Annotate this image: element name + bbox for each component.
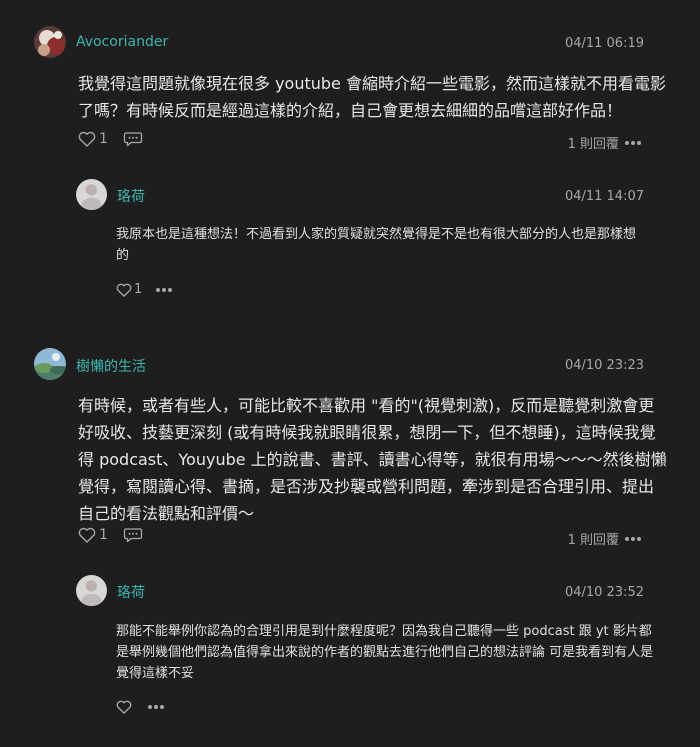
reply-author-name[interactable]: 珞荷 [117,582,145,602]
reply-count-link[interactable]: 1 則回覆 [568,133,641,152]
comment-button[interactable] [123,527,143,543]
heart-outline-icon [116,283,132,297]
avatar[interactable] [34,348,66,380]
reply-avatar[interactable] [76,179,107,210]
heart-outline-icon [116,700,132,714]
reply-actions: 1 [116,282,173,297]
like-count: 1 [99,527,108,543]
reply-actions [116,700,164,714]
heart-outline-icon [78,527,96,543]
comment-button[interactable] [123,131,143,147]
reply-author-name[interactable]: 珞荷 [117,186,145,206]
comment-text: 我覺得這問題就像現在很多 youtube 會縮時介紹一些電影，然而這樣就不用看電… [78,74,666,120]
reply-time: 04/11 14:07 [564,189,644,204]
reply-time: 04/10 23:52 [564,585,644,600]
reply-like-button[interactable] [116,700,134,714]
like-button[interactable]: 1 [78,131,108,147]
reply-text: 那能不能舉例你認為的合理引用是到什麼程度呢？因為我自己聽得一些 podcast … [116,624,654,681]
like-count: 1 [99,131,108,147]
heart-outline-icon [78,131,96,147]
more-dots-icon[interactable] [625,140,641,145]
reply-count-label: 1 則回覆 [567,137,619,152]
reply-like-button[interactable]: 1 [116,282,142,297]
reply-text: 我原本也是這種想法！不過看到人家的質疑就突然覺得是不是也有很大部分的人也是那樣想… [116,227,637,263]
like-button[interactable]: 1 [78,527,108,543]
more-dots-icon[interactable] [156,287,173,292]
speech-bubble-icon [123,528,143,543]
more-dots-icon[interactable] [148,705,164,709]
comment-time: 04/10 23:23 [564,358,644,373]
author-name[interactable]: 樹懶的生活 [76,356,146,376]
speech-bubble-icon [123,132,143,147]
avatar[interactable] [34,26,66,58]
reply-count-link[interactable]: 1 則回覆 [568,529,641,548]
comment-time: 04/11 06:19 [564,36,644,51]
reply-avatar[interactable] [76,575,107,606]
comment-actions: 1 [78,527,143,543]
comment-actions: 1 [78,131,143,147]
reply-like-count: 1 [134,282,143,297]
author-name[interactable]: Avocoriander [76,34,168,50]
comment-text: 有時候，或者有些人，可能比較不喜歡用 "看的"(視覺刺激)，反而是聽覺刺激會更好… [78,396,667,523]
more-dots-icon[interactable] [625,536,641,541]
reply-count-label: 1 則回覆 [567,533,619,548]
